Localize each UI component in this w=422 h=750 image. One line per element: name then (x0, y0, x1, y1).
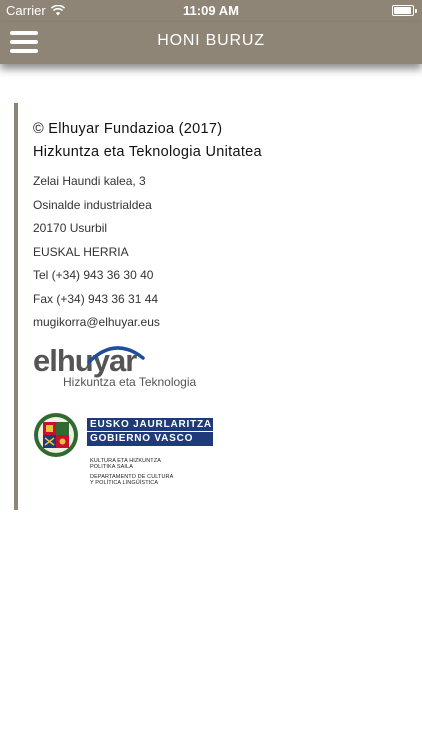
gv-line-gobierno: GOBIERNO VASCO (90, 432, 194, 444)
address-area: Osinalde industrialdea (33, 197, 152, 212)
copyright-text: © Elhuyar Fundazioa (2017) (33, 121, 223, 137)
gv-dept-eu-2: POLITIKA SAILA (90, 463, 133, 470)
email-link[interactable]: mugikorra@elhuyar.eus (33, 311, 404, 335)
phone-number[interactable]: Tel (+34) 943 36 30 40 (33, 264, 404, 288)
gv-line-eusko: EUSKO JAURLARITZA (87, 418, 213, 432)
status-time: 11:09 AM (183, 3, 239, 18)
gv-dept-es-2: Y POLÍTICA LINGÜÍSTICA (90, 479, 159, 486)
address-city: 20170 Usurbil (33, 221, 108, 235)
address-country: EUSKAL HERRIA (33, 244, 129, 259)
basque-coat-of-arms-icon (34, 412, 78, 457)
elhuyar-tagline: Hizkuntza eta Teknologia (63, 374, 197, 389)
gobierno-vasco-box: EUSKO JAURLARITZA GOBIERNO VASCO (87, 417, 213, 446)
fax-number: Fax (+34) 943 36 31 44 (33, 291, 159, 306)
elhuyar-arc-icon (87, 345, 145, 364)
page-title: HONI BURUZ (157, 32, 265, 49)
battery-level (394, 7, 412, 14)
status-bar: Carrier 11:09 AM (0, 0, 422, 22)
gobierno-vasco-logo: EUSKO JAURLARITZA GOBIERNO VASCO KULTURA… (33, 410, 404, 490)
elhuyar-logo: elhuyar Hizkuntza eta Teknologia (33, 345, 404, 396)
battery-icon (392, 5, 417, 16)
address-street: Zelai Haundi kalea, 3 (33, 174, 146, 188)
navigation-bar: HONI BURUZ (0, 22, 422, 64)
unit-name: Hizkuntza eta Teknologia Unitatea (33, 144, 262, 160)
about-content: © Elhuyar Fundazioa (2017) Hizkuntza eta… (14, 103, 404, 510)
